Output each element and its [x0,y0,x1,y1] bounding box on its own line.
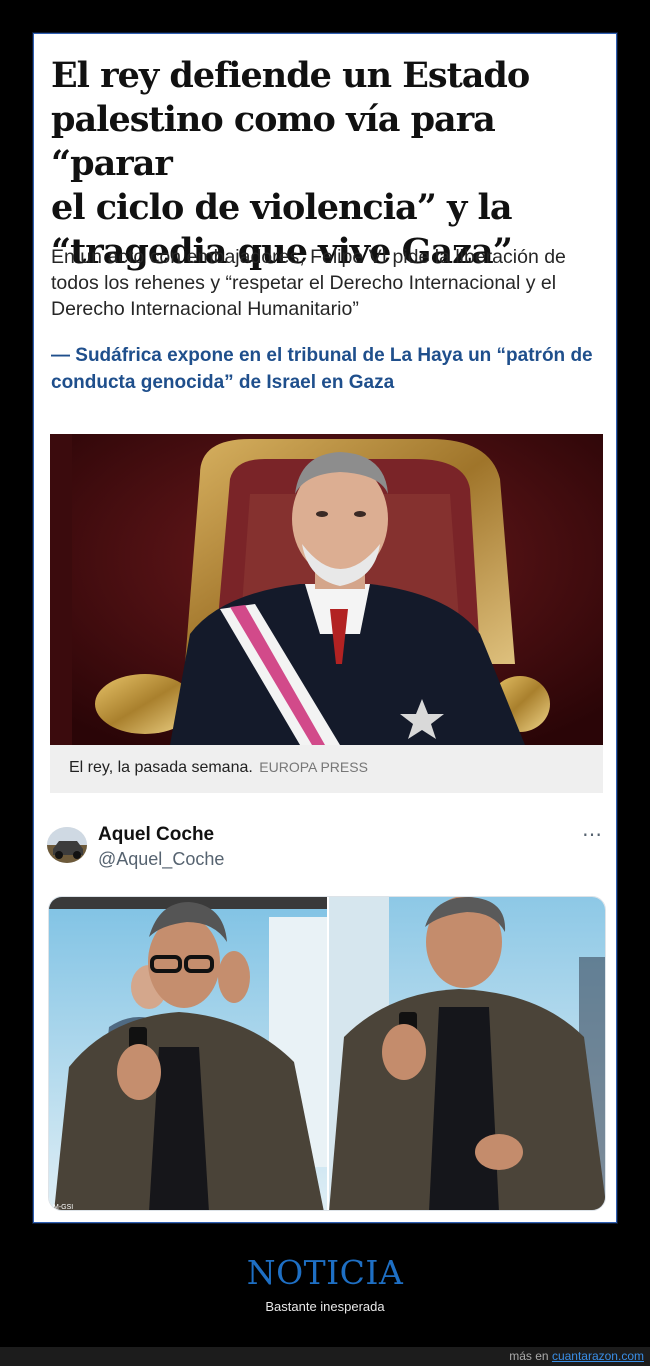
footer-title: NOTICIA [246,1253,404,1292]
tweet-author-handle[interactable]: @Aquel_Coche [98,849,224,870]
footer-subtitle: Bastante inesperada [265,1299,385,1314]
more-options-icon[interactable]: ⋯ [582,822,603,847]
headline-line: El rey defiende un Estado [51,55,530,96]
article-card: El rey defiende un Estado palestino como… [32,32,618,1224]
headline-line: palestino como vía para “parar [51,99,496,184]
caption-text: El rey, la pasada semana. [69,759,253,776]
photo-caption: El rey, la pasada semana. EUROPA PRESS [50,745,603,793]
article-headline: El rey defiende un Estado palestino como… [51,54,606,274]
footer-bar: más en cuantarazon.com [0,1347,650,1366]
watermark-text: M-GSI [53,1204,73,1211]
tweet-media[interactable]: M-GSI [48,896,606,1211]
tweet-author-name[interactable]: Aquel Coche [98,824,214,846]
headline-line: el ciclo de violencia” y la [51,187,513,228]
more-prefix: más en [509,1349,549,1363]
article-subhead: En un acto con embajadores, Felipe VI pi… [51,246,566,320]
photo-credit: EUROPA PRESS [259,759,368,775]
tweet-photo-left[interactable]: M-GSI [49,897,327,1211]
king-photo [50,434,603,745]
related-article-link[interactable]: — Sudáfrica expone en el tribunal de La … [51,342,596,396]
tweet-photo-right[interactable] [329,897,605,1210]
site-link[interactable]: cuantarazon.com [552,1349,644,1363]
avatar[interactable] [47,827,87,863]
more-link-container: más en cuantarazon.com [509,1349,644,1363]
